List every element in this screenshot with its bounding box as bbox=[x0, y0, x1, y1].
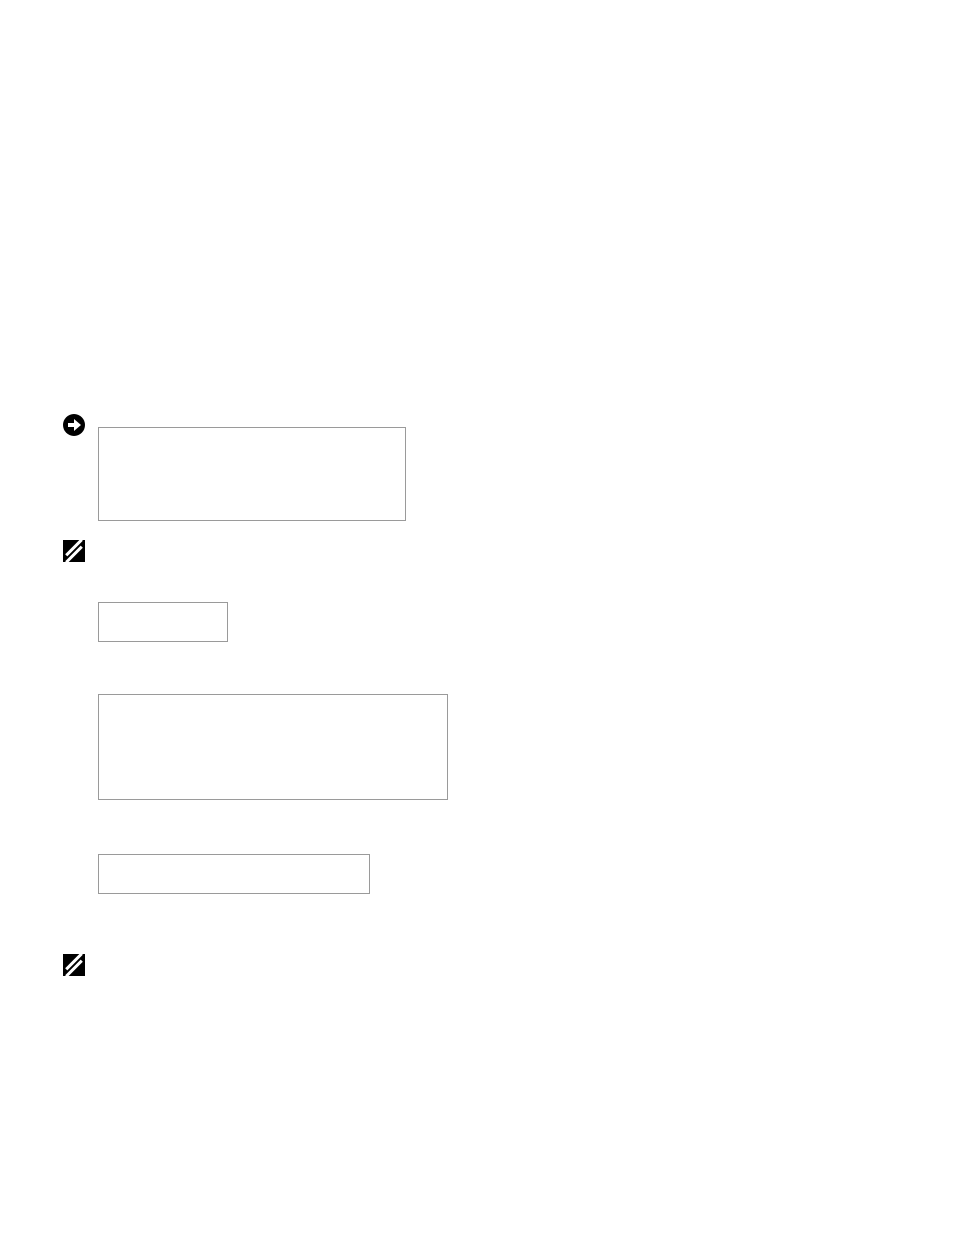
content-row bbox=[63, 540, 85, 562]
content-row bbox=[63, 954, 85, 976]
arrow-circle-right-icon bbox=[63, 414, 85, 436]
content-box bbox=[98, 694, 448, 800]
content-row bbox=[63, 602, 228, 642]
note-icon bbox=[63, 954, 85, 976]
content-box bbox=[98, 602, 228, 642]
note-icon bbox=[63, 540, 85, 562]
content-row bbox=[63, 694, 448, 800]
document-page bbox=[0, 0, 954, 1235]
content-box bbox=[98, 854, 370, 894]
content-box bbox=[98, 427, 406, 521]
content-row bbox=[63, 414, 406, 521]
content-row bbox=[63, 854, 370, 894]
